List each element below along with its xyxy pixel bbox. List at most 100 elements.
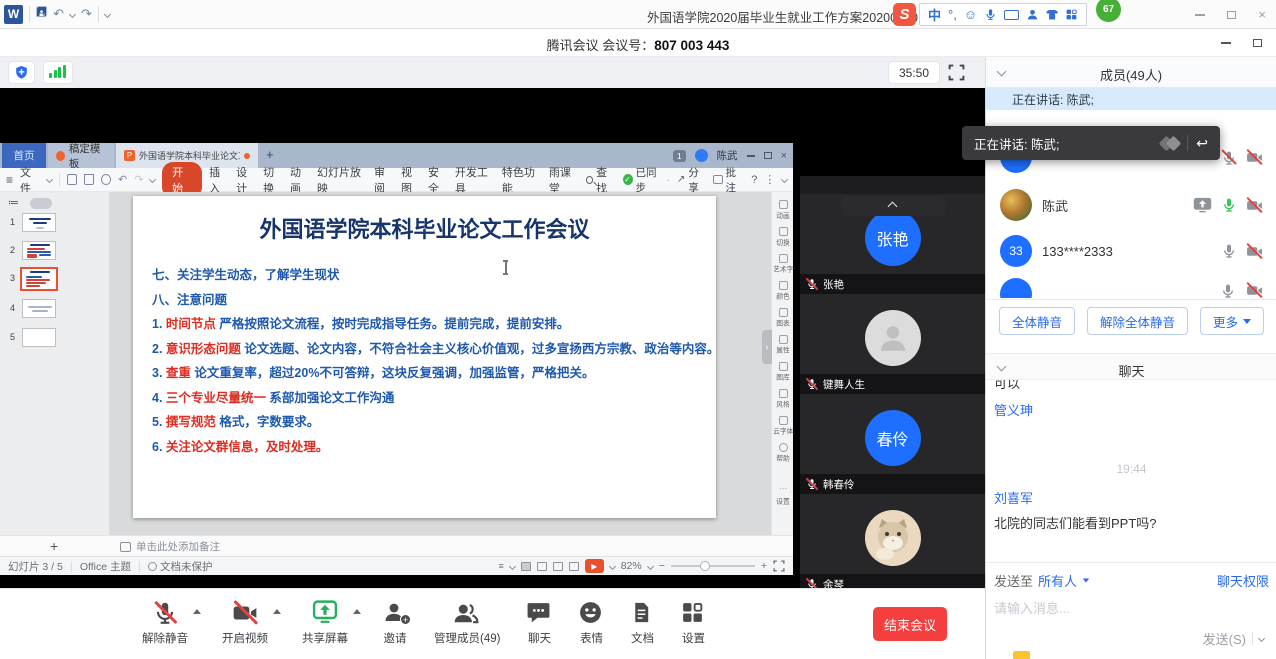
zoom-slider-knob[interactable] [700,561,710,571]
mic-options-icon[interactable] [193,609,201,614]
tool-animation[interactable]: 动画 [772,200,794,221]
notes-toggle-icon[interactable]: ≡ [498,561,503,571]
ribbon-tab-insert[interactable]: 插入 [209,164,229,196]
tool-charts[interactable]: 图表 [772,308,794,329]
help-button[interactable]: ? [751,174,757,186]
ribbon-tab-view[interactable]: 视图 [401,164,421,196]
undo-icon[interactable]: ↶ [53,6,64,22]
send-options-icon[interactable] [1258,635,1265,642]
ime-emoji-icon[interactable]: ☺ [964,7,977,22]
undo-dropdown-icon[interactable] [69,10,76,17]
tool-transition[interactable]: 切换 [772,227,794,248]
share-options-icon[interactable] [353,609,361,614]
zoom-in-icon[interactable]: + [761,560,767,572]
tool-settings[interactable]: ⋯设置 [772,478,794,507]
ime-skin-icon[interactable] [1046,10,1058,20]
mic-on-icon[interactable] [1221,197,1237,213]
settings-button[interactable]: 设置 [680,589,706,646]
redo-icon[interactable]: ↷ [81,6,92,22]
camera-muted-icon[interactable] [1246,149,1263,166]
zoom-slider[interactable] [671,565,755,567]
tool-wordart[interactable]: 艺术字 [772,254,794,275]
send-button[interactable]: 发送(S) [1203,629,1264,648]
view-sorter-icon[interactable] [537,562,547,571]
sogou-logo-icon[interactable]: S [893,3,916,26]
outline-view-icon[interactable]: ≔ [8,196,19,209]
tool-cloudfonts[interactable]: 云字体 [772,416,794,437]
play-slideshow-button[interactable]: ▶ [585,559,604,573]
share-button[interactable]: ↗ 分享 [677,165,706,195]
preview-icon[interactable] [101,174,111,185]
video-options-icon[interactable] [273,609,281,614]
panel-collapse-handle[interactable]: › [762,330,772,364]
slide-thumb-2[interactable] [22,241,56,260]
member-row-clipped[interactable] [986,276,1276,298]
zoom-level[interactable]: 82% [621,560,642,572]
meeting-maximize-icon[interactable] [1253,39,1262,47]
save-icon[interactable] [67,174,77,185]
ime-keyboard-icon[interactable] [1004,10,1019,20]
invite-button[interactable]: + 邀请 [382,589,408,646]
member-row[interactable]: 33 133****2333 [986,229,1276,273]
chat-input[interactable]: 请输入消息... [994,598,1269,617]
fit-slide-icon[interactable] [773,560,785,572]
find-button[interactable]: 查找 [586,164,616,196]
undo-icon[interactable]: ↶ [118,173,127,186]
close-icon[interactable]: × [1258,7,1266,22]
zoom-out-icon[interactable]: − [659,560,665,572]
video-tile[interactable]: 余琴 [800,494,985,594]
send-to-dropdown-icon[interactable] [1083,578,1089,582]
ribbon-tab-rainclass[interactable]: 雨课堂 [549,164,579,196]
save-icon[interactable]: 🖪 [36,3,47,25]
reply-arrow-icon[interactable]: ↩ [1196,135,1208,152]
meeting-minimize-icon[interactable] [1221,42,1231,44]
tool-help[interactable]: 帮助 [772,443,794,464]
slide-thumb-4[interactable] [22,299,56,318]
share-screen-button[interactable]: 共享屏幕 [302,589,348,646]
tool-properties[interactable]: 属性 [772,335,794,356]
tool-gallery[interactable]: 图库 [772,362,794,383]
ribbon-tab-transition[interactable]: 切换 [263,164,283,196]
ribbon-tab-security[interactable]: 安全 [428,164,448,196]
restore-icon[interactable] [1227,11,1236,19]
wps-avatar[interactable] [695,149,708,162]
ribbon-tab-devtools[interactable]: 开发工具 [455,164,495,196]
redo-icon[interactable]: ↷ [134,173,143,186]
unmute-button[interactable]: 解除静音 [142,589,188,646]
more-menu-icon[interactable]: ⋮ [764,173,775,186]
theme-name[interactable]: Office 主题 [80,559,131,574]
hamburger-icon[interactable]: ≡ [6,173,13,187]
new-tab-button[interactable]: + [266,147,274,162]
video-tile[interactable]: 键舞人生 [800,294,985,394]
wps-minimize-icon[interactable] [747,155,755,157]
mute-all-button[interactable]: 全体静音 [999,307,1075,335]
chat-permission-link[interactable]: 聊天权限 [1217,571,1269,590]
ribbon-tab-features[interactable]: 特色功能 [502,164,542,196]
ribbon-tab-animation[interactable]: 动画 [290,164,310,196]
ime-chinese-mode[interactable]: 中 [928,5,941,24]
wps-close-icon[interactable]: × [781,150,787,162]
word-logo-icon[interactable]: W [4,5,23,24]
tool-style[interactable]: 风格 [772,389,794,410]
comment-button[interactable]: 批注 [713,165,744,195]
ime-id-icon[interactable] [1026,8,1039,21]
mic-off-icon[interactable] [1221,243,1237,259]
wps-restore-icon[interactable] [764,152,772,159]
view-normal-icon[interactable] [521,562,531,571]
current-slide[interactable]: 外国语学院本科毕业论文工作会议 七、关注学生动态，了解学生现状 八、注意问题 1… [133,196,716,518]
file-menu[interactable]: 文件 [20,164,40,196]
chat-messages[interactable]: 可以 管义珅 19:44 刘喜军 北院的同志们能看到PPT吗? [986,380,1276,562]
unmute-all-button[interactable]: 解除全体静音 [1087,307,1188,335]
ribbon-tab-design[interactable]: 设计 [236,164,256,196]
slide-thumb-5[interactable] [22,328,56,347]
minimize-icon[interactable] [1195,14,1205,16]
slide-thumb-3-active[interactable] [20,267,58,291]
slide-view-toggle[interactable] [30,198,52,209]
notes-placeholder[interactable]: 单击此处添加备注 [120,539,220,554]
ime-toolbox-icon[interactable] [1065,8,1078,21]
protection-status[interactable]: 文档未保护 [148,559,213,574]
tab-template[interactable]: 稿定模板 [48,143,114,168]
more-button[interactable]: 更多 [1200,307,1264,335]
wps-badge[interactable]: 1 [673,150,686,162]
end-meeting-button[interactable]: 结束会议 [873,607,947,641]
